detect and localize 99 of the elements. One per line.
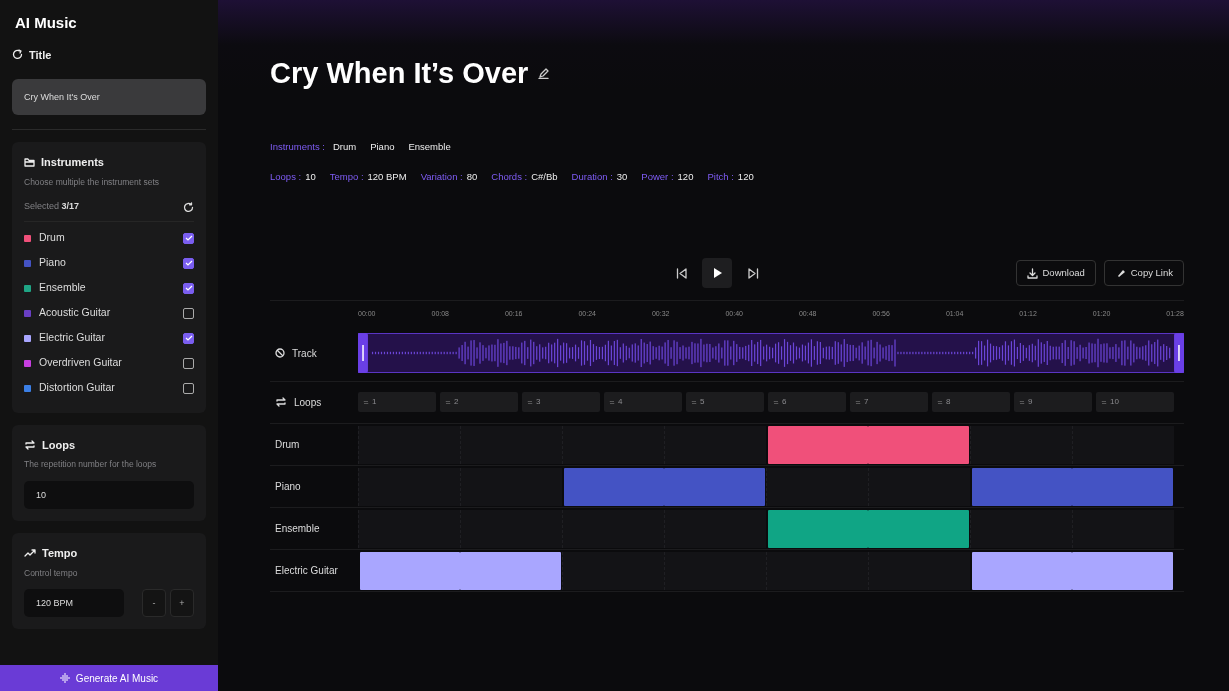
- meta-value: 120: [677, 169, 694, 184]
- meta-label: Duration :: [571, 169, 613, 184]
- checkbox[interactable]: [183, 282, 194, 294]
- loops-field[interactable]: 10: [24, 481, 194, 509]
- meta-value: 30: [616, 169, 628, 184]
- disc-icon: [275, 348, 285, 358]
- instrument-name: Drum: [39, 230, 65, 246]
- loop-number: 9: [1028, 396, 1033, 408]
- lane-label: Track: [292, 346, 317, 361]
- clip-block[interactable]: [460, 551, 561, 590]
- section-hint: The repetition number for the loops: [24, 458, 158, 471]
- checkbox[interactable]: [183, 257, 194, 269]
- download-button[interactable]: Download: [1015, 260, 1096, 286]
- loop-segment[interactable]: 4: [604, 392, 682, 412]
- clip-block[interactable]: [971, 467, 1072, 506]
- meta-label: Loops :: [270, 169, 302, 184]
- clip-block[interactable]: [1072, 467, 1173, 506]
- checkbox[interactable]: [183, 357, 194, 369]
- meta-label: Chords :: [491, 169, 528, 184]
- loop-number: 2: [454, 396, 459, 408]
- loop-segment[interactable]: 10: [1096, 392, 1174, 412]
- play-icon: [712, 268, 722, 278]
- clip-block[interactable]: [868, 425, 969, 464]
- tempo-field[interactable]: 120 BPM: [24, 589, 124, 618]
- loop-segment[interactable]: 2: [440, 392, 518, 412]
- minus-button[interactable]: -: [142, 589, 166, 618]
- meta-value: 10: [305, 169, 316, 184]
- app-title: AI Music: [15, 13, 78, 33]
- checkbox[interactable]: [183, 232, 194, 244]
- refresh-icon: [12, 49, 23, 61]
- lane-label: Piano: [275, 480, 301, 494]
- plus-button[interactable]: +: [170, 589, 194, 618]
- loop-segment[interactable]: 1: [358, 392, 436, 412]
- loop-number: 10: [1110, 396, 1119, 408]
- loop-segment[interactable]: 8: [932, 392, 1010, 412]
- checkbox[interactable]: [183, 332, 194, 344]
- lane-label: Drum: [275, 438, 300, 452]
- section-label: Tempo: [42, 546, 78, 561]
- clip-block[interactable]: [767, 509, 868, 548]
- title-field[interactable]: Cry When It's Over: [12, 79, 206, 115]
- clip-block[interactable]: [359, 551, 460, 590]
- folder-icon: [24, 157, 35, 168]
- meta-value: 120 BPM: [367, 169, 407, 184]
- meta-value: 120: [737, 169, 754, 184]
- instrument-name: Acoustic Guitar: [39, 305, 111, 321]
- trend-up-icon: [24, 548, 36, 559]
- section-hint: Choose multiple the instrument sets: [24, 175, 161, 189]
- meta-label: Variation :: [420, 169, 463, 184]
- loop-segment[interactable]: 6: [768, 392, 846, 412]
- clip-block[interactable]: [1072, 551, 1173, 590]
- meta-value: Drum: [332, 139, 357, 154]
- loop-segment[interactable]: 9: [1014, 392, 1092, 412]
- refresh-icon[interactable]: [183, 201, 194, 213]
- clip-block[interactable]: [971, 551, 1072, 590]
- meta-value: Ensemble: [408, 139, 451, 154]
- meta-value: C#/Bb: [531, 169, 558, 184]
- skip-forward-icon: [747, 267, 759, 279]
- loop-number: 5: [700, 396, 705, 408]
- clip-block[interactable]: [563, 467, 664, 506]
- loop-number: 3: [536, 396, 541, 408]
- meta-value: 80: [466, 169, 478, 184]
- play-button[interactable]: [702, 258, 732, 288]
- selected-count: Selected 3/17: [24, 200, 80, 214]
- instrument-name: Ensemble: [39, 280, 86, 296]
- section-label: Instruments: [41, 155, 104, 170]
- meta-label: Tempo :: [329, 169, 364, 184]
- lane-label: Loops: [294, 395, 322, 410]
- song-title: Cry When It’s Over: [270, 56, 529, 91]
- lane-label: Electric Guitar: [275, 564, 338, 578]
- clip-block[interactable]: [868, 509, 969, 548]
- meta-label: Instruments :: [270, 139, 325, 154]
- loop-number: 6: [782, 396, 787, 408]
- download-icon: [1026, 267, 1038, 279]
- loop-segment[interactable]: 5: [686, 392, 764, 412]
- instrument-name: Electric Guitar: [39, 330, 105, 346]
- instrument-name: Overdriven Guitar: [39, 355, 122, 371]
- loop-number: 1: [372, 396, 377, 408]
- instrument-name: Piano: [39, 255, 66, 271]
- meta-value: Piano: [370, 139, 395, 154]
- clip-block[interactable]: [767, 425, 868, 464]
- clip-block[interactable]: [664, 467, 765, 506]
- section-label: Title: [29, 47, 52, 63]
- meta-label: Pitch :: [707, 169, 734, 184]
- section-hint: Control tempo: [24, 566, 79, 580]
- generate-button[interactable]: Generate AI Music: [0, 665, 218, 691]
- loop-number: 7: [864, 396, 869, 408]
- loop-number: 8: [946, 396, 951, 408]
- pencil-icon[interactable]: [538, 68, 550, 80]
- section-label: Loops: [42, 437, 75, 453]
- instrument-name: Distortion Guitar: [39, 380, 115, 396]
- loop-number: 4: [618, 396, 623, 408]
- loop-segment[interactable]: 7: [850, 392, 928, 412]
- checkbox[interactable]: [183, 382, 194, 394]
- checkbox[interactable]: [183, 307, 194, 319]
- lane-label: Ensemble: [275, 522, 320, 536]
- loop-segment[interactable]: 3: [522, 392, 600, 412]
- skip-back-icon: [675, 267, 687, 279]
- meta-label: Power :: [641, 169, 674, 184]
- copy-link-button[interactable]: Copy Link: [1103, 260, 1184, 286]
